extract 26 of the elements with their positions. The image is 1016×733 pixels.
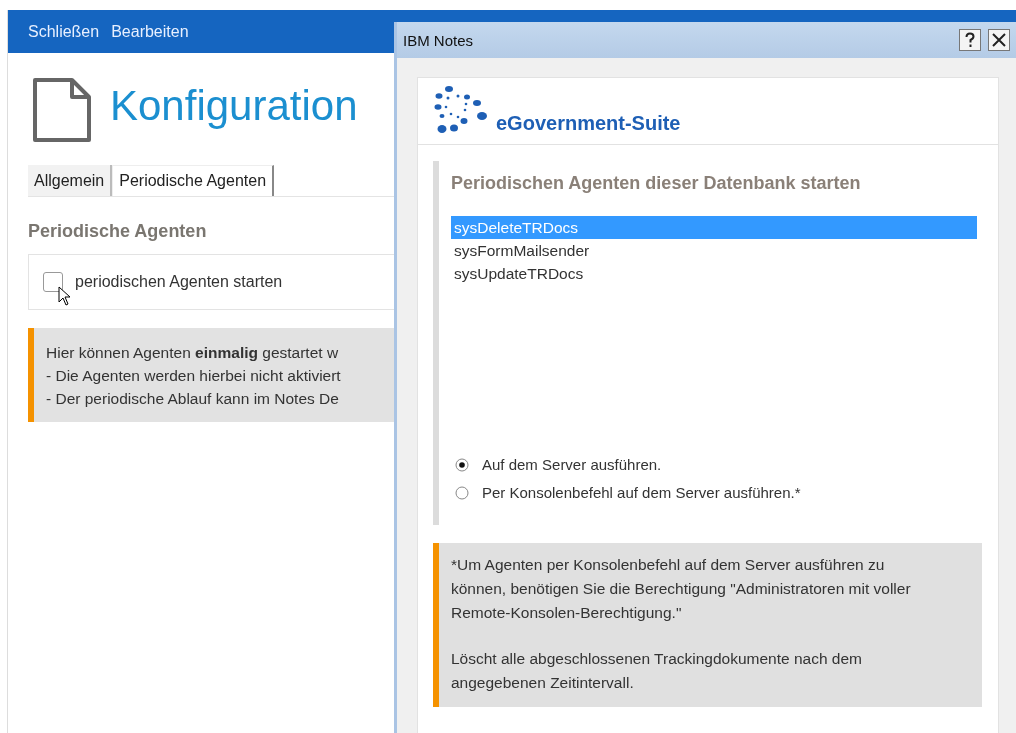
menu-item[interactable]: Schließen: [24, 20, 104, 43]
radio-label: Per Konsolenbefehl auf dem Server ausführen.*: [482, 484, 801, 501]
radio-label: Auf dem Server ausführen.: [482, 456, 662, 473]
tab[interactable]: Allgemein: [28, 165, 113, 196]
info-text: Hier können Agenten einmalig gestartet w: [46, 343, 340, 363]
radio-button[interactable]: [455, 457, 469, 472]
note-text: Löscht alle abgeschlossenen Trackingdokumente nach dem angegebenen Zeitintervall.: [451, 649, 863, 693]
checkbox[interactable]: [43, 272, 63, 292]
agent-list-item[interactable]: sysFormMailsender: [451, 239, 977, 262]
page-title: Konfiguration: [110, 82, 358, 130]
tab[interactable]: Periodische Agenten: [112, 165, 275, 196]
window-title: IBM Notes: [403, 31, 474, 49]
help-icon[interactable]: [959, 29, 981, 51]
mouse-cursor-icon: [58, 286, 70, 306]
agent-list-item[interactable]: sysUpdateTRDocs: [451, 262, 977, 285]
info-text: - Der periodische Ablauf kann im Notes De: [46, 389, 340, 409]
info-text: - Die Agenten werden hierbei nicht aktiviert: [46, 366, 342, 386]
menu-item[interactable]: Bearbeiten: [107, 20, 193, 43]
checkbox-label: periodischen Agenten starten: [75, 273, 283, 291]
section-heading: Periodischen Agenten dieser Datenbank starten: [451, 173, 862, 194]
close-icon[interactable]: [988, 29, 1010, 51]
section-heading: Periodische Agenten: [28, 221, 208, 242]
logo-text: eGovernment-Suite: [496, 112, 681, 135]
note-text: *Um Agenten per Konsolenbefehl auf dem Server ausführen zu können, benötigen Sie die Berechtigung "Administratoren mit voller Remote-Konsolen-Berechtigung.": [451, 555, 912, 623]
document-icon: [32, 77, 92, 143]
radio-button[interactable]: [455, 485, 469, 500]
